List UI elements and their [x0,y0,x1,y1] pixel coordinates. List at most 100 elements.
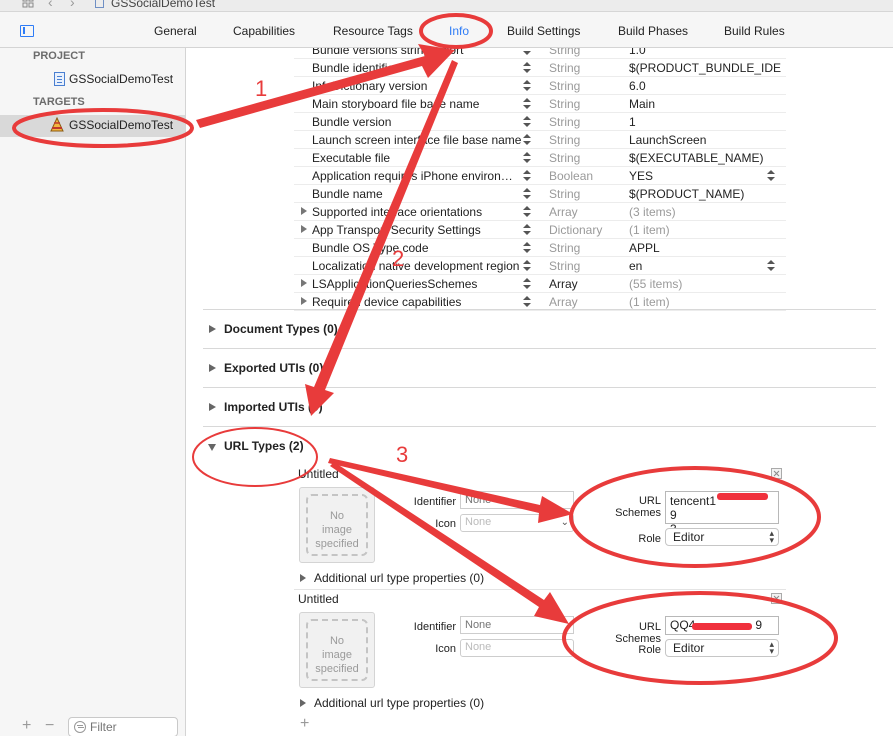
plist-key[interactable]: Supported interface orientations [312,205,522,219]
section-document-types[interactable]: Document Types (0) [203,309,876,348]
plist-key[interactable]: Bundle identifier [312,61,522,75]
tab-resource-tags[interactable]: Resource Tags [333,24,413,38]
add-url-type-button[interactable]: + [300,715,309,733]
updown-chevron-icon[interactable] [523,151,531,164]
tab-build-settings[interactable]: Build Settings [507,24,580,38]
plist-value[interactable]: $(PRODUCT_BUNDLE_IDENTIFIER) [629,61,781,75]
plist-value[interactable]: en [629,259,781,273]
plist-type[interactable]: String [549,187,580,201]
plist-type[interactable]: String [549,241,580,255]
plist-type[interactable]: String [549,97,580,111]
disclosure-triangle-open-icon[interactable] [208,444,216,451]
tab-info[interactable]: Info [449,24,469,38]
disclosure-triangle-icon[interactable] [301,279,307,287]
plist-type[interactable]: Dictionary [549,223,602,237]
plist-value[interactable]: APPL [629,241,781,255]
plist-row[interactable]: Bundle identifier String $(PRODUCT_BUNDLE_… [294,59,786,77]
plist-key[interactable]: Bundle name [312,187,522,201]
icon-select[interactable]: None ⌄ [460,514,574,532]
plist-value[interactable]: 6.0 [629,79,781,93]
updown-chevron-icon[interactable] [523,205,531,218]
role-select[interactable]: Editor ▴ ▾ [665,639,779,657]
plist-value[interactable]: (1 item) [629,295,781,309]
updown-chevron-icon[interactable] [767,259,775,272]
plist-key[interactable]: LSApplicationQueriesSchemes [312,277,522,291]
plist-type[interactable]: String [549,48,580,57]
remove-target-button[interactable]: − [45,718,54,734]
plist-type[interactable]: Boolean [549,169,593,183]
updown-chevron-icon[interactable] [523,187,531,200]
filter-input[interactable] [90,720,174,734]
tab-general[interactable]: General [154,24,197,38]
plist-row[interactable]: Supported interface orientations Array (3 … [294,203,786,221]
plist-value[interactable]: (55 items) [629,277,781,291]
plist-key[interactable]: Launch screen interface file base name [312,133,522,147]
plist-type[interactable]: String [549,61,580,75]
plist-value[interactable]: YES [629,169,781,183]
updown-chevron-icon[interactable] [523,48,531,56]
updown-chevron-icon[interactable] [523,97,531,110]
tab-build-rules[interactable]: Build Rules [724,24,785,38]
updown-chevron-icon[interactable] [523,115,531,128]
section-url-types[interactable]: URL Types (2) [203,426,876,465]
plist-value[interactable]: LaunchScreen [629,133,781,147]
plist-key[interactable]: Localization native development region [312,259,522,273]
updown-chevron-icon[interactable] [523,61,531,74]
sidebar-item-target[interactable]: GSSocialDemoTest [0,115,185,137]
plist-value[interactable]: (1 item) [629,223,781,237]
role-select[interactable]: Editor ▴ ▾ [665,528,779,546]
plist-type[interactable]: String [549,79,580,93]
identifier-input[interactable] [460,616,574,634]
plist-key[interactable]: Executable file [312,151,522,165]
plist-row[interactable]: Bundle version String 1 [294,113,786,131]
disclosure-triangle-icon[interactable] [209,325,216,333]
plist-row[interactable]: Localization native development region St… [294,257,786,275]
plist-row[interactable]: Launch screen interface file base name St… [294,131,786,149]
plist-row[interactable]: Executable file String $(EXECUTABLE_NAME) [294,149,786,167]
disclosure-triangle-icon[interactable] [209,403,216,411]
url-type-image-well[interactable]: No image specified [299,487,375,563]
add-target-button[interactable]: + [22,718,31,734]
section-exported-utis[interactable]: Exported UTIs (0) [203,348,876,387]
icon-select[interactable]: None [460,639,574,657]
plist-key[interactable]: InfoDictionary version [312,79,522,93]
plist-type[interactable]: String [549,115,580,129]
plist-key[interactable]: Bundle versions string, short [312,48,522,57]
identifier-input[interactable] [460,491,574,509]
plist-type[interactable]: String [549,151,580,165]
disclosure-triangle-icon[interactable] [301,297,307,305]
plist-row[interactable]: App Transport Security Settings Dictionar… [294,221,786,239]
remove-url-type-button[interactable] [771,593,782,604]
updown-chevron-icon[interactable] [523,277,531,290]
plist-key[interactable]: Application requires iPhone environment [312,169,522,183]
plist-value[interactable]: Main [629,97,781,111]
disclosure-triangle-icon[interactable] [301,225,307,233]
updown-chevron-icon[interactable] [523,241,531,254]
plist-row[interactable]: Main storyboard file base name String Main [294,95,786,113]
navigator-toggle-icon[interactable] [20,25,34,37]
disclosure-triangle-icon[interactable] [209,364,216,372]
plist-key[interactable]: Main storyboard file base name [312,97,522,111]
plist-type[interactable]: String [549,133,580,147]
plist-value[interactable]: $(PRODUCT_NAME) [629,187,781,201]
back-arrow-icon[interactable]: ‹ [48,0,53,10]
sidebar-item-project[interactable]: GSSocialDemoTest [0,69,185,91]
plist-type[interactable]: String [549,259,580,273]
tab-capabilities[interactable]: Capabilities [233,24,295,38]
updown-chevron-icon[interactable] [767,169,775,182]
plist-value[interactable]: 1 [629,115,781,129]
updown-chevron-icon[interactable] [523,223,531,236]
updown-chevron-icon[interactable] [523,133,531,146]
plist-row[interactable]: Bundle versions string, short String 1.0 [294,48,786,59]
plist-type[interactable]: Array [549,277,578,291]
remove-url-type-button[interactable] [771,468,782,479]
plist-value[interactable]: 1.0 [629,48,781,57]
plist-row[interactable]: Application requires iPhone environment B… [294,167,786,185]
url-type-image-well[interactable]: No image specified [299,612,375,688]
disclosure-triangle-icon[interactable] [301,207,307,215]
tab-build-phases[interactable]: Build Phases [618,24,688,38]
disclosure-triangle-icon[interactable] [300,574,306,582]
filter-field[interactable] [68,717,178,736]
plist-value[interactable]: $(EXECUTABLE_NAME) [629,151,781,165]
plist-type[interactable]: Array [549,295,578,309]
